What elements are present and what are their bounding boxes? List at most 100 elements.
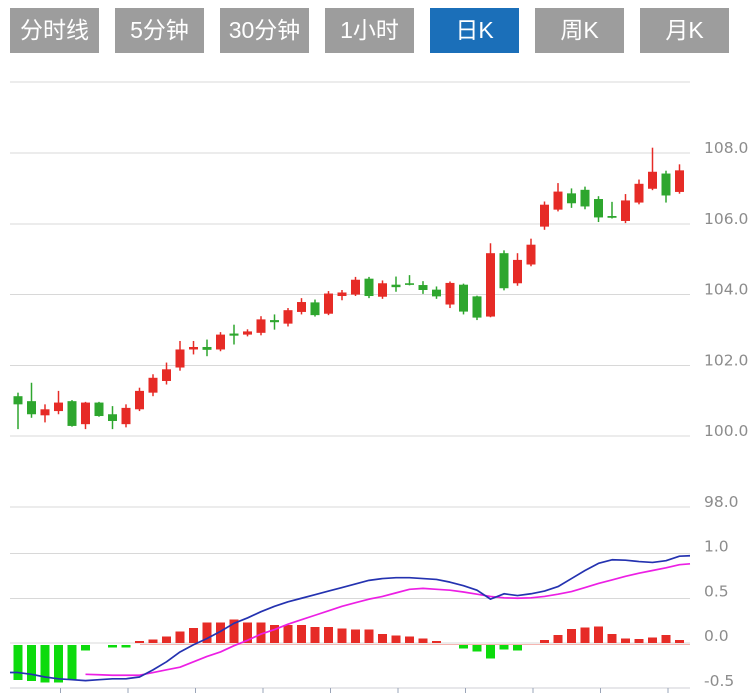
candle-body <box>567 193 576 203</box>
macd-histogram-bar <box>581 627 590 643</box>
candle-body <box>68 401 77 426</box>
candle-body <box>108 414 117 421</box>
candle-body <box>581 190 590 207</box>
timeframe-tabs: 分时线 5分钟 30分钟 1小时 日K 周K 月K <box>10 8 729 53</box>
macd-histogram-bar <box>81 645 90 650</box>
candle-body <box>176 349 185 367</box>
macd-histogram-bar <box>365 630 374 643</box>
macd-histogram-bar <box>405 637 414 643</box>
macd-histogram-bar <box>351 630 360 643</box>
kline-chart-area: 108.0106.0104.0102.0100.098.01.00.50.0-0… <box>0 60 755 694</box>
price-axis-label: 106.0 <box>704 210 748 228</box>
candle-body <box>635 184 644 203</box>
price-axis-label: 100.0 <box>704 422 748 440</box>
candle-body <box>675 170 684 192</box>
candle-body <box>270 320 279 322</box>
candle-body <box>162 369 171 381</box>
candle-body <box>500 253 509 288</box>
macd-histogram-bar <box>297 625 306 643</box>
macd-axis-label: -0.5 <box>704 672 734 690</box>
candle-body <box>459 285 468 312</box>
macd-histogram-bar <box>162 637 171 643</box>
dif-line <box>10 556 690 681</box>
macd-histogram-bar <box>122 645 131 648</box>
macd-histogram-bar <box>486 645 495 658</box>
macd-histogram-bar <box>419 639 428 643</box>
candle-body <box>243 331 252 334</box>
macd-histogram-bar <box>378 634 387 643</box>
candle-body <box>473 296 482 317</box>
macd-histogram-bar <box>648 638 657 643</box>
macd-histogram-bar <box>473 645 482 651</box>
macd-histogram-bar <box>635 639 644 643</box>
dea-line <box>86 564 691 675</box>
macd-histogram-bar <box>338 629 347 643</box>
candle-body <box>378 283 387 296</box>
candle-body <box>419 285 428 290</box>
tab-5min[interactable]: 5分钟 <box>115 8 204 53</box>
candle-body <box>608 216 617 218</box>
macd-histogram-bar <box>567 629 576 643</box>
tab-daily-k[interactable]: 日K <box>430 8 519 53</box>
candle-body <box>648 172 657 189</box>
tab-30min[interactable]: 30分钟 <box>220 8 309 53</box>
candle-body <box>81 403 90 425</box>
tab-weekly-k[interactable]: 周K <box>535 8 624 53</box>
candle-body <box>230 334 239 336</box>
kline-chart-canvas[interactable]: 108.0106.0104.0102.0100.098.01.00.50.0-0… <box>0 60 755 694</box>
candle-body <box>95 403 104 416</box>
candle-body <box>621 200 630 221</box>
candle-body <box>203 347 212 350</box>
candle-body <box>662 174 671 196</box>
candle-body <box>324 294 333 314</box>
candle-body <box>365 279 374 296</box>
macd-histogram-bar <box>621 639 630 643</box>
macd-histogram-bar <box>189 628 198 643</box>
price-axis-label: 102.0 <box>704 351 748 369</box>
price-axis-label: 108.0 <box>704 139 748 157</box>
candle-body <box>338 292 347 296</box>
candle-body <box>284 310 293 323</box>
macd-histogram-bar <box>432 641 441 643</box>
macd-histogram-bar <box>500 645 509 649</box>
macd-histogram-bar <box>108 645 117 648</box>
candle-body <box>446 283 455 305</box>
macd-histogram-bar <box>149 639 158 643</box>
macd-axis-label: 0.0 <box>704 627 729 645</box>
macd-histogram-bar <box>311 627 320 643</box>
macd-axis-label: 0.5 <box>704 582 729 600</box>
tab-minute-line[interactable]: 分时线 <box>10 8 99 53</box>
candle-body <box>486 253 495 316</box>
candle-body <box>149 378 158 393</box>
candle-body <box>554 192 563 210</box>
macd-histogram-bar <box>662 635 671 643</box>
macd-histogram-bar <box>68 645 77 680</box>
candle-body <box>297 302 306 312</box>
macd-histogram-bar <box>459 645 468 649</box>
candle-body <box>432 290 441 297</box>
macd-histogram-bar <box>594 626 603 643</box>
macd-histogram-bar <box>513 645 522 650</box>
macd-histogram-bar <box>392 635 401 643</box>
macd-histogram-bar <box>540 640 549 643</box>
macd-histogram-bar <box>324 627 333 643</box>
candle-body <box>527 245 536 265</box>
candle-body <box>122 408 131 424</box>
macd-histogram-bar <box>554 635 563 643</box>
candle-body <box>189 347 198 349</box>
candle-body <box>27 401 36 414</box>
candle-body <box>540 205 549 227</box>
macd-histogram-bar <box>135 641 144 643</box>
candle-body <box>257 319 266 332</box>
tab-monthly-k[interactable]: 月K <box>640 8 729 53</box>
macd-histogram-bar <box>176 631 185 643</box>
candle-body <box>513 260 522 283</box>
candle-body <box>351 280 360 295</box>
price-axis-label: 104.0 <box>704 281 748 299</box>
tab-1hour[interactable]: 1小时 <box>325 8 414 53</box>
macd-histogram-bar <box>608 634 617 643</box>
macd-axis-label: 1.0 <box>704 538 729 556</box>
candle-body <box>54 403 63 411</box>
macd-histogram-bar <box>54 645 63 683</box>
candle-body <box>405 283 414 285</box>
